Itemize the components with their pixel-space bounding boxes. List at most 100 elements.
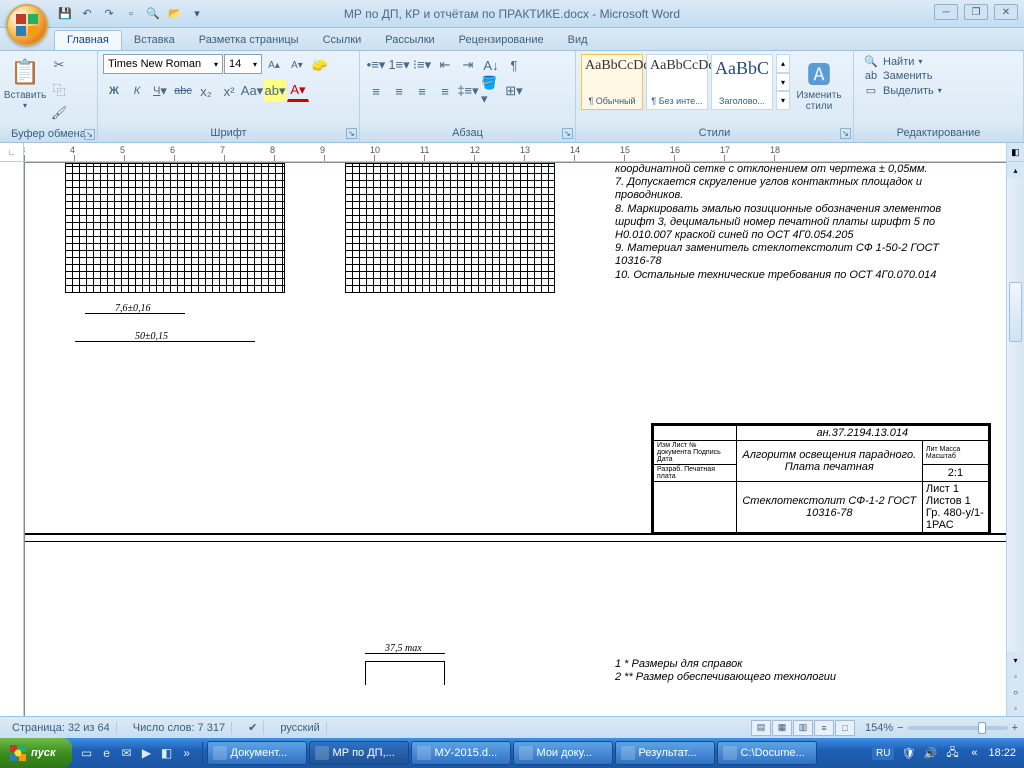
scroll-down-icon[interactable]: ▾ [1007,652,1024,668]
clear-format-icon[interactable]: 🧽 [309,54,331,76]
select-button[interactable]: ▭Выделить▾ [859,83,1018,98]
ql-outlook-icon[interactable]: ✉ [118,742,136,764]
highlight-icon[interactable]: ab▾ [264,80,286,102]
tray-shield-icon[interactable]: 🛡 [900,745,916,761]
numbering-icon[interactable]: 1≡▾ [388,54,410,76]
tab-insert[interactable]: Вставка [122,31,187,50]
align-center-icon[interactable]: ≡ [388,80,410,102]
paste-button[interactable]: 📋 Вставить ▾ [5,54,45,112]
scroll-up-icon[interactable]: ▴ [1007,162,1024,178]
view-draft-icon[interactable]: □ [835,720,855,736]
tab-layout[interactable]: Разметка страницы [187,31,311,50]
borders-icon[interactable]: ⊞▾ [503,80,525,102]
change-styles-button[interactable]: 🅰 Изменить стили [793,54,845,114]
vertical-scrollbar[interactable]: ▴ ▾ ◦ ○ ◦ [1006,162,1024,716]
tab-review[interactable]: Рецензирование [447,31,556,50]
horizontal-ruler[interactable] [24,143,1006,161]
tray-clock[interactable]: 18:22 [988,747,1016,759]
status-words[interactable]: Число слов: 7 317 [127,722,232,734]
document-viewport[interactable]: 7,6±0,16 50±0,15 координатной сетке с от… [24,162,1006,716]
change-case-icon[interactable]: Aa▾ [241,80,263,102]
styles-launcher[interactable]: ↘ [840,128,851,139]
prev-page-icon[interactable]: ◦ [1007,668,1024,684]
font-name-combo[interactable]: Times New Roman▾ [103,54,223,74]
superscript-icon[interactable]: x² [218,80,240,102]
vertical-ruler[interactable] [0,162,24,716]
tab-mailings[interactable]: Рассылки [373,31,446,50]
taskbar-task-4[interactable]: Результат... [615,741,715,765]
tab-home[interactable]: Главная [54,30,122,50]
tray-volume-icon[interactable]: 🔊 [922,745,938,761]
copy-icon[interactable]: ⿻ [48,78,70,100]
grow-font-icon[interactable]: A▴ [263,54,285,76]
qat-preview-icon[interactable]: 🔍 [144,5,162,23]
qat-undo-icon[interactable]: ↶ [78,5,96,23]
taskbar-task-1[interactable]: МР по ДП,... [309,741,409,765]
align-right-icon[interactable]: ≡ [411,80,433,102]
view-print-icon[interactable]: ▤ [751,720,771,736]
tab-references[interactable]: Ссылки [311,31,374,50]
format-painter-icon[interactable]: 🖌 [48,102,70,124]
close-button[interactable]: ✕ [994,4,1018,20]
find-button[interactable]: 🔍Найти▾ [859,54,1018,69]
view-web-icon[interactable]: ▥ [793,720,813,736]
show-marks-icon[interactable]: ¶ [503,54,525,76]
font-launcher[interactable]: ↘ [346,128,357,139]
minimize-button[interactable]: ─ [934,4,958,20]
strike-icon[interactable]: abc [172,80,194,102]
shading-icon[interactable]: 🪣▾ [480,80,502,102]
qat-more-icon[interactable]: ▾ [188,5,206,23]
view-fullscreen-icon[interactable]: ▦ [772,720,792,736]
status-language[interactable]: русский [274,722,326,734]
tab-selector[interactable]: ∟ [0,143,24,161]
tab-view[interactable]: Вид [556,31,600,50]
line-spacing-icon[interactable]: ‡≡▾ [457,80,479,102]
bullets-icon[interactable]: •≡▾ [365,54,387,76]
cut-icon[interactable]: ✂ [48,54,70,76]
styles-up-icon[interactable]: ▴ [776,54,790,73]
qat-new-icon[interactable]: ▫ [122,5,140,23]
align-left-icon[interactable]: ≡ [365,80,387,102]
shrink-font-icon[interactable]: A▾ [286,54,308,76]
style-no-spacing[interactable]: AaBbCcDd ¶ Без инте... [646,54,708,110]
increase-indent-icon[interactable]: ⇥ [457,54,479,76]
replace-button[interactable]: abЗаменить [859,69,1018,83]
qat-redo-icon[interactable]: ↷ [100,5,118,23]
zoom-handle[interactable] [978,722,986,734]
restore-button[interactable]: ❐ [964,4,988,20]
justify-icon[interactable]: ≡ [434,80,456,102]
status-proof-icon[interactable]: ✔ [242,721,264,734]
zoom-slider[interactable] [908,726,1008,730]
status-page[interactable]: Страница: 32 из 64 [6,722,117,734]
sort-icon[interactable]: A↓ [480,54,502,76]
multilevel-icon[interactable]: ⁝≡▾ [411,54,433,76]
font-color-icon[interactable]: A▾ [287,80,309,102]
tray-network-icon[interactable]: 🖧 [944,745,960,761]
paragraph-launcher[interactable]: ↘ [562,128,573,139]
clipboard-launcher[interactable]: ↘ [84,129,95,140]
view-outline-icon[interactable]: ≡ [814,720,834,736]
tray-more-icon[interactable]: « [966,745,982,761]
office-button[interactable] [6,4,48,46]
italic-icon[interactable]: К [126,80,148,102]
ql-media-icon[interactable]: ▶ [138,742,156,764]
zoom-out-icon[interactable]: − [897,722,903,734]
taskbar-task-2[interactable]: МУ-2015.d... [411,741,511,765]
browse-object-icon[interactable]: ○ [1007,684,1024,700]
zoom-level[interactable]: 154% [865,722,893,734]
bold-icon[interactable]: Ж [103,80,125,102]
ql-desktop-icon[interactable]: ▭ [78,742,96,764]
scroll-thumb[interactable] [1009,282,1022,342]
tray-language[interactable]: RU [872,747,894,760]
ql-more-icon[interactable]: » [178,742,196,764]
styles-more-icon[interactable]: ▾ [776,91,790,110]
start-button[interactable]: пуск [0,738,72,768]
ql-app-icon[interactable]: ◧ [158,742,176,764]
underline-icon[interactable]: Ч▾ [149,80,171,102]
style-normal[interactable]: AaBbCcDd ¶ Обычный [581,54,643,110]
ruler-toggle-icon[interactable]: ◧ [1006,143,1024,161]
next-page-icon[interactable]: ◦ [1007,700,1024,716]
zoom-in-icon[interactable]: + [1012,722,1018,734]
qat-save-icon[interactable]: 💾 [56,5,74,23]
qat-open-icon[interactable]: 📂 [166,5,184,23]
